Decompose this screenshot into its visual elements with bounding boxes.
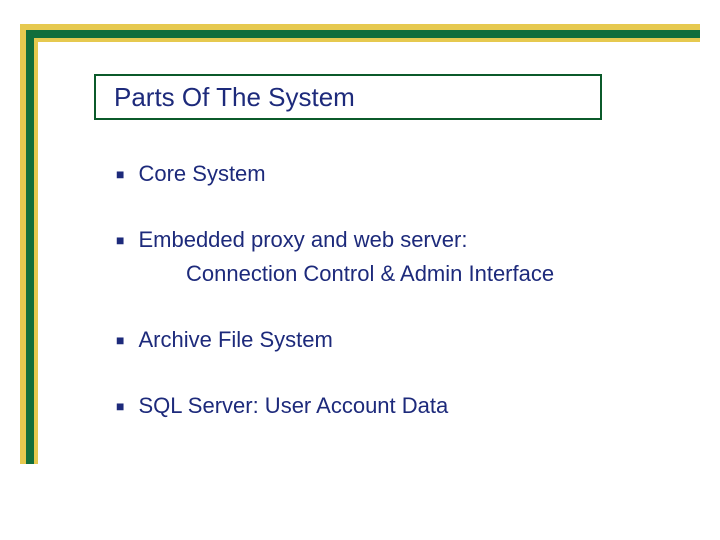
list-item: ■ Archive File System: [116, 326, 636, 354]
frame-decoration: [26, 30, 34, 464]
bullet-subtext: Connection Control & Admin Interface: [186, 260, 636, 288]
bullet-icon: ■: [116, 326, 124, 354]
title-box: Parts Of The System: [94, 74, 602, 120]
frame-decoration: [34, 38, 700, 42]
slide-title: Parts Of The System: [114, 82, 355, 113]
slide: Parts Of The System ■ Core System ■ Embe…: [0, 0, 720, 540]
bullet-icon: ■: [116, 160, 124, 188]
content-area: ■ Core System ■ Embedded proxy and web s…: [116, 160, 636, 458]
list-item: ■ Embedded proxy and web server:: [116, 226, 636, 254]
bullet-text: Core System: [138, 160, 265, 188]
bullet-text: SQL Server: User Account Data: [138, 392, 448, 420]
bullet-text: Archive File System: [138, 326, 332, 354]
bullet-icon: ■: [116, 392, 124, 420]
frame-decoration: [26, 30, 700, 38]
frame-decoration: [34, 38, 38, 464]
bullet-icon: ■: [116, 226, 124, 254]
list-item: ■ Core System: [116, 160, 636, 188]
bullet-text: Embedded proxy and web server:: [138, 226, 467, 254]
list-item: ■ SQL Server: User Account Data: [116, 392, 636, 420]
